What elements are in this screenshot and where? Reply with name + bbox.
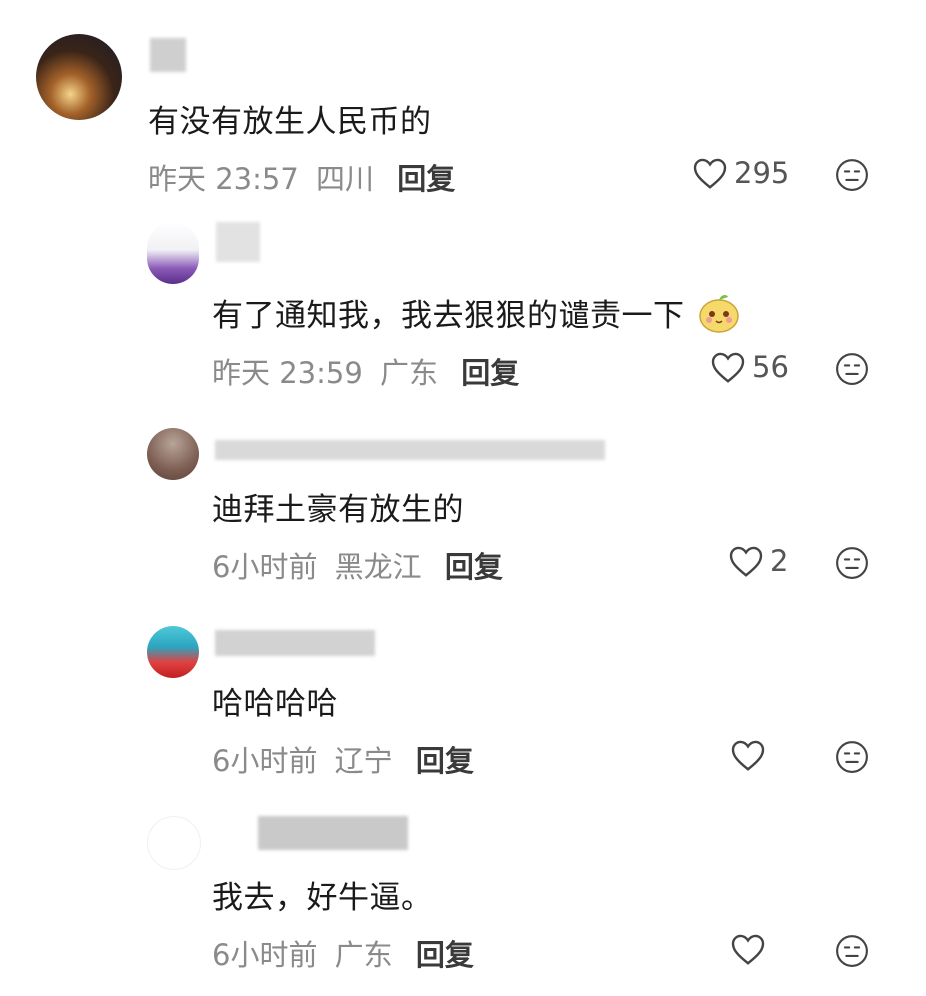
reply-button[interactable]: 回复 [416,938,474,972]
comment-location: 四川 [316,162,375,196]
avatar[interactable] [147,428,199,480]
heart-icon [731,934,765,965]
comment-location: 广东 [334,938,393,972]
cute-face-emoji-icon [699,295,739,333]
comment-location: 广东 [380,356,439,390]
username-blurred[interactable] [258,816,408,850]
dislike-face-icon[interactable] [835,546,869,580]
comment-meta: 6小时前 辽宁 回复 [212,738,474,780]
avatar[interactable] [147,626,199,678]
heart-icon [731,740,765,771]
username-blurred[interactable] [216,222,260,262]
dislike-face-icon[interactable] [835,158,869,192]
username-blurred[interactable] [150,38,186,72]
comment-text: 我去，好牛逼。 [212,880,433,916]
comment-time: 6小时前 [212,744,318,778]
reply-button[interactable]: 回复 [461,356,519,390]
comment-time: 6小时前 [212,550,318,584]
like-count: 56 [752,350,789,384]
comment-time: 昨天 23:59 [212,356,363,390]
dislike-face-icon[interactable] [835,740,869,774]
comment-text: 哈哈哈哈 [212,686,338,722]
like-button[interactable] [730,932,766,966]
comment-text-content: 有了通知我，我去狠狠的谴责一下 [212,298,685,334]
avatar[interactable] [147,222,199,284]
heart-icon [711,352,745,383]
username-blurred[interactable] [215,440,605,460]
username-blurred[interactable] [215,630,375,656]
like-button[interactable]: 2 [728,544,788,578]
heart-icon [693,158,727,189]
reply-button[interactable]: 回复 [445,550,503,584]
dislike-face-icon[interactable] [835,934,869,968]
reply-button[interactable]: 回复 [397,162,455,196]
comment-meta: 6小时前 广东 回复 [212,932,474,974]
avatar[interactable] [147,816,201,870]
dislike-face-icon[interactable] [835,352,869,386]
comment-time: 6小时前 [212,938,318,972]
heart-icon [729,546,763,577]
avatar[interactable] [36,34,122,120]
comment-text: 有了通知我，我去狠狠的谴责一下 [212,290,741,335]
like-button[interactable]: 56 [710,350,789,384]
like-count: 295 [734,156,790,190]
comment-location: 辽宁 [334,744,393,778]
comment-meta: 昨天 23:59 广东 回复 [212,350,519,392]
comment-location: 黑龙江 [334,550,422,584]
comment-meta: 6小时前 黑龙江 回复 [212,544,503,586]
comment-time: 昨天 23:57 [148,162,299,196]
like-button[interactable] [730,738,766,772]
like-button[interactable]: 295 [692,156,789,190]
comment-meta: 昨天 23:57 四川 回复 [148,156,455,198]
comment-text: 有没有放生人民币的 [148,104,432,140]
like-count: 2 [770,544,789,578]
reply-button[interactable]: 回复 [416,744,474,778]
comment-text: 迪拜土豪有放生的 [212,492,464,528]
